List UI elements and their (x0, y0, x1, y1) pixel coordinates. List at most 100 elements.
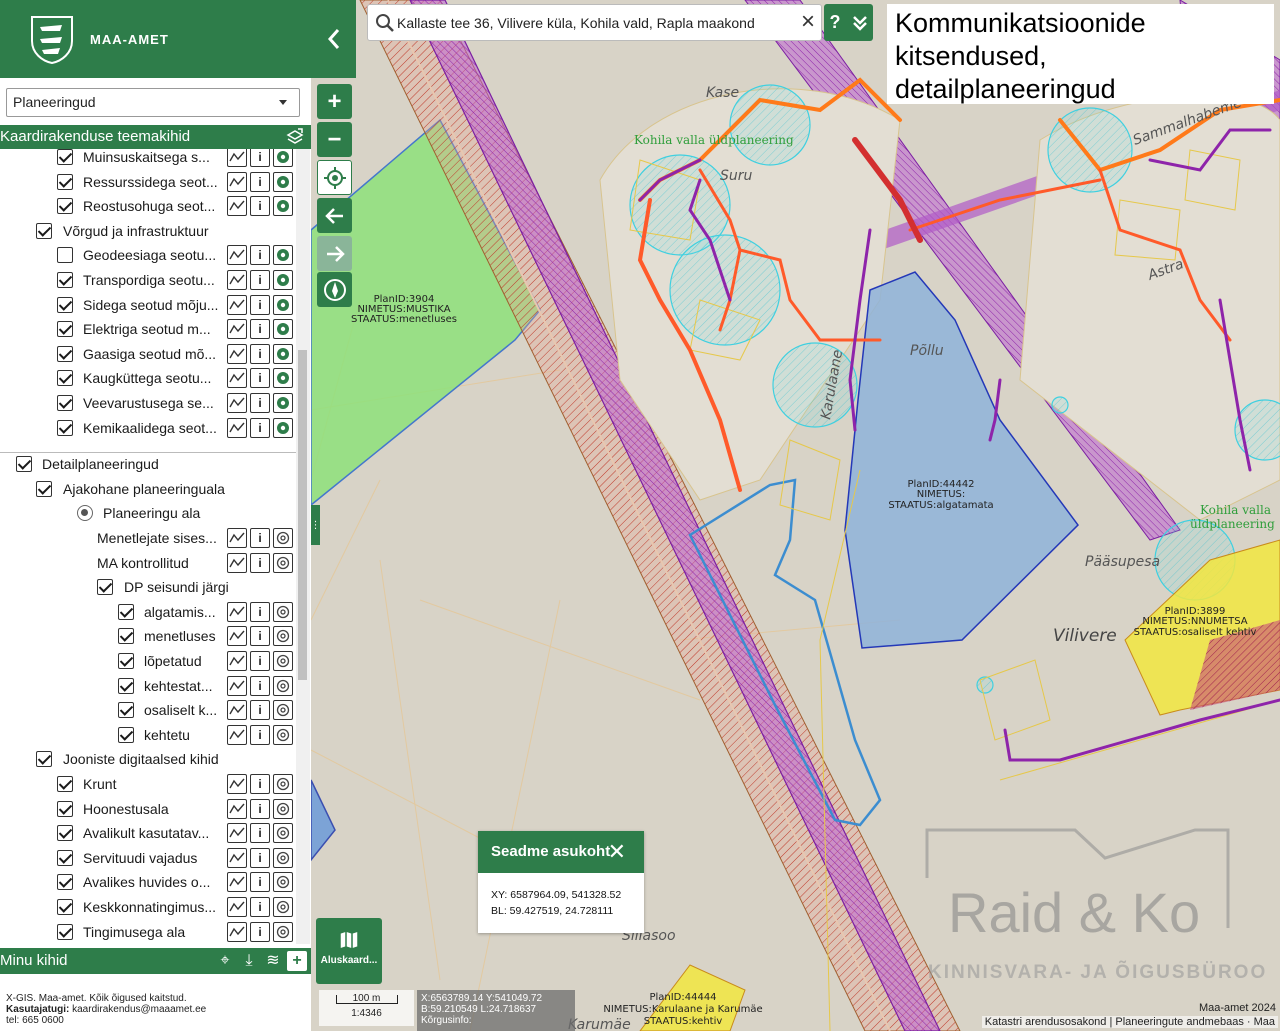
layer-checkbox[interactable] (118, 677, 134, 694)
legend-chart-icon[interactable] (227, 393, 247, 413)
layer-checkbox[interactable] (118, 603, 134, 620)
layer-row[interactable]: Avalikes huvides o... i (0, 870, 296, 894)
layer-checkbox[interactable] (57, 198, 73, 215)
layer-row[interactable]: Kemikaalidega seot... i (0, 416, 296, 440)
legend-chart-icon[interactable] (227, 368, 247, 389)
layer-row[interactable]: Ajakohane planeeringuala (0, 477, 296, 501)
legend-chart-icon[interactable] (227, 700, 247, 721)
legend-chart-icon[interactable] (227, 196, 247, 217)
layer-settings-gear-icon[interactable] (273, 343, 293, 364)
layer-row[interactable]: Transpordiga seotu... i (0, 268, 296, 292)
layer-checkbox[interactable] (16, 456, 32, 473)
layer-settings-gear-icon[interactable] (273, 294, 293, 315)
layer-row[interactable]: kehtestat... i (0, 674, 296, 698)
layer-settings-gear-icon[interactable] (273, 921, 293, 942)
layer-row[interactable]: Jooniste digitaalsed kihid (0, 747, 296, 771)
info-icon[interactable]: i (250, 343, 270, 364)
layer-row[interactable]: Gaasiga seotud mõ... i (0, 342, 296, 366)
layer-settings-gear-icon[interactable] (273, 270, 293, 290)
layer-checkbox[interactable] (57, 800, 73, 817)
legend-chart-icon[interactable] (227, 601, 247, 622)
legend-chart-icon[interactable] (227, 270, 247, 290)
legend-chart-icon[interactable] (227, 724, 247, 745)
layer-row[interactable]: Tingimusega ala i (0, 920, 296, 944)
layer-settings-gear-icon[interactable] (273, 724, 293, 745)
layers-icon[interactable]: ≋ (263, 951, 283, 971)
info-icon[interactable]: i (250, 552, 270, 573)
layer-row[interactable]: Võrgud ja infrastruktuur (0, 219, 296, 243)
layer-settings-gear-icon[interactable] (273, 651, 293, 671)
legend-chart-icon[interactable] (227, 675, 247, 696)
legend-chart-icon[interactable] (227, 171, 247, 192)
layer-row[interactable]: menetluses i (0, 624, 296, 648)
layer-checkbox[interactable] (118, 726, 134, 743)
info-icon[interactable]: i (250, 196, 270, 217)
layer-row[interactable]: Veevarustusega se... i (0, 391, 296, 415)
help-button[interactable]: ? (830, 12, 841, 33)
zoom-in-button[interactable]: + (317, 84, 352, 119)
search-input[interactable] (397, 12, 787, 34)
info-icon[interactable]: i (250, 368, 270, 389)
layer-settings-gear-icon[interactable] (273, 601, 293, 622)
layer-checkbox[interactable] (57, 370, 73, 387)
layer-checkbox[interactable] (57, 247, 73, 264)
layer-settings-gear-icon[interactable] (273, 417, 293, 438)
legend-chart-icon[interactable] (227, 319, 247, 340)
info-icon[interactable]: i (250, 294, 270, 315)
layer-settings-gear-icon[interactable] (273, 368, 293, 389)
layer-row[interactable]: algatamis... i (0, 600, 296, 624)
layer-row[interactable]: Krunt i (0, 772, 296, 796)
layer-checkbox[interactable] (57, 419, 73, 436)
layer-checkbox[interactable] (57, 899, 73, 915)
layer-row[interactable]: Sidega seotud mõju... i (0, 293, 296, 317)
layer-settings-gear-icon[interactable] (273, 393, 293, 413)
legend-chart-icon[interactable] (227, 798, 247, 819)
layer-row[interactable]: Planeeringu ala (0, 501, 296, 525)
layer-row[interactable]: Keskkonnatingimus... i (0, 895, 296, 919)
layer-checkbox[interactable] (118, 653, 134, 669)
info-icon[interactable]: i (250, 798, 270, 819)
legend-chart-icon[interactable] (227, 552, 247, 573)
layer-settings-gear-icon[interactable] (273, 319, 293, 340)
basemap-button[interactable]: Aluskaard... (316, 918, 382, 984)
layer-row[interactable]: Menetlejate sises... i (0, 526, 296, 550)
layer-checkbox[interactable] (97, 579, 113, 596)
info-icon[interactable]: i (250, 245, 270, 266)
layer-row[interactable]: Kaugküttega seotu... i (0, 366, 296, 390)
compass-button[interactable] (317, 272, 352, 307)
info-icon[interactable]: i (250, 823, 270, 844)
layer-checkbox[interactable] (57, 173, 73, 190)
legend-chart-icon[interactable] (227, 872, 247, 893)
legend-chart-icon[interactable] (227, 417, 247, 438)
layer-checkbox[interactable] (57, 272, 73, 288)
layer-checkbox[interactable] (36, 751, 52, 768)
legend-chart-icon[interactable] (227, 245, 247, 266)
layer-row[interactable]: Geodeesiaga seotu... i (0, 243, 296, 267)
back-button[interactable] (317, 198, 352, 233)
layer-checkbox[interactable] (118, 628, 134, 645)
legend-chart-icon[interactable] (227, 847, 247, 868)
info-icon[interactable]: i (250, 528, 270, 548)
layer-row[interactable]: Muinsuskaitsega s... i (0, 149, 296, 169)
layer-checkbox[interactable] (57, 874, 73, 891)
locate-layer-icon[interactable]: ⌖ (215, 951, 235, 971)
info-icon[interactable]: i (250, 393, 270, 413)
layer-settings-gear-icon[interactable] (273, 872, 293, 893)
layer-checkbox[interactable] (57, 149, 73, 165)
info-icon[interactable]: i (250, 700, 270, 721)
layer-settings-gear-icon[interactable] (273, 774, 293, 794)
layers-collapse-icon[interactable] (285, 127, 305, 147)
collapse-sidebar-button[interactable] (311, 0, 356, 78)
layer-row[interactable]: DP seisundi järgi (0, 575, 296, 599)
layer-row[interactable]: Ressurssidega seot... i (0, 170, 296, 194)
info-icon[interactable]: i (250, 724, 270, 745)
layer-checkbox[interactable] (57, 321, 73, 338)
layer-settings-gear-icon[interactable] (273, 847, 293, 868)
info-icon[interactable]: i (250, 675, 270, 696)
layer-row[interactable]: lõpetatud i (0, 649, 296, 673)
layer-settings-gear-icon[interactable] (273, 171, 293, 192)
legend-chart-icon[interactable] (227, 626, 247, 647)
layer-settings-gear-icon[interactable] (273, 552, 293, 573)
legend-chart-icon[interactable] (227, 528, 247, 548)
info-icon[interactable]: i (250, 601, 270, 622)
